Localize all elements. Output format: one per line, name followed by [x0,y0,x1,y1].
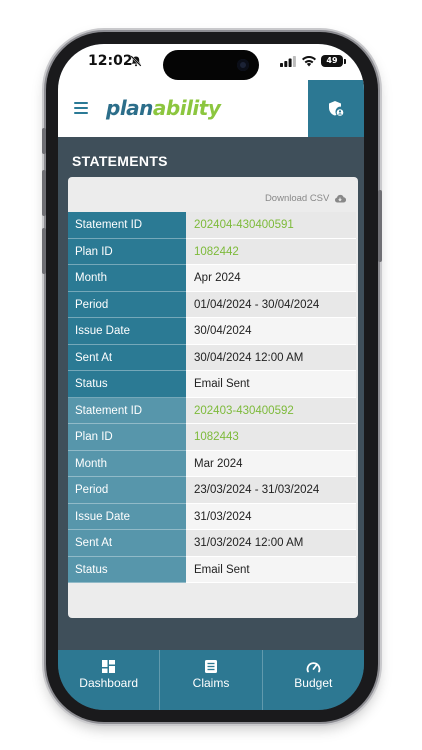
bottom-navigation: Dashboard Claims Budget [58,650,364,710]
statements-card: Download CSV Statement ID 202404-4304005… [68,177,358,618]
download-csv-link[interactable]: Download CSV [265,193,346,204]
cellular-signal-icon [280,56,296,67]
row-value: Mar 2024 [186,450,356,477]
row-label: Month [68,265,186,292]
table-row: Issue Date 30/04/2024 [68,318,356,345]
battery-icon: 49 [321,55,343,67]
row-value: 23/03/2024 - 31/03/2024 [186,477,356,504]
nav-dashboard-label: Dashboard [79,676,139,690]
table-row: Month Mar 2024 [68,450,356,477]
silent-switch [42,128,46,154]
row-label: Status [68,371,186,398]
hamburger-menu-icon[interactable] [74,102,88,114]
table-row: Plan ID 1082443 [68,424,356,451]
budget-gauge-icon [306,662,321,673]
plan-id-link[interactable]: 1082442 [186,238,356,265]
row-value: 30/04/2024 12:00 AM [186,344,356,371]
battery-tip [344,59,346,64]
page-title: STATEMENTS [72,153,168,169]
phone-screen: 12:02 49 planability STATEMENTS Download… [58,44,364,710]
main-content: STATEMENTS Download CSV Statement ID 202… [58,137,364,650]
row-label: Issue Date [68,503,186,530]
row-value: 31/03/2024 [186,503,356,530]
profile-button[interactable] [308,80,364,137]
claims-list-icon [204,660,217,673]
statements-table: Statement ID 202404-430400591 Plan ID 10… [68,212,356,583]
row-label: Period [68,477,186,504]
nav-dashboard[interactable]: Dashboard [58,650,161,710]
table-row: Issue Date 31/03/2024 [68,503,356,530]
row-value: 31/03/2024 12:00 AM [186,530,356,557]
camera-icon [237,59,249,71]
table-row: Month Apr 2024 [68,265,356,292]
table-row: Sent At 31/03/2024 12:00 AM [68,530,356,557]
table-row: Statement ID 202404-430400591 [68,212,356,239]
logo-text-plan: plan [106,96,153,120]
status-time: 12:02 [88,53,133,69]
planability-logo: planability [106,96,221,120]
user-shield-icon [329,101,345,117]
row-label: Sent At [68,344,186,371]
row-label: Plan ID [68,238,186,265]
volume-up-button [42,170,46,216]
logo-text-ability: ability [152,96,221,120]
statement-id-link[interactable]: 202404-430400591 [186,212,356,239]
row-label: Period [68,291,186,318]
app-header: planability [58,80,364,137]
status-value: Email Sent [186,556,356,583]
table-row: Statement ID 202403-430400592 [68,397,356,424]
plan-id-link[interactable]: 1082443 [186,424,356,451]
nav-claims[interactable]: Claims [160,650,263,710]
table-row: Period 01/04/2024 - 30/04/2024 [68,291,356,318]
row-label: Plan ID [68,424,186,451]
download-csv-label: Download CSV [264,193,330,204]
row-value: Apr 2024 [186,265,356,292]
dashboard-grid-icon [102,660,116,673]
row-label: Issue Date [68,318,186,345]
dynamic-island [163,50,259,80]
table-row: Status Email Sent [68,556,356,583]
table-row: Period 23/03/2024 - 31/03/2024 [68,477,356,504]
row-label: Sent At [68,530,186,557]
row-label: Month [68,450,186,477]
status-bar: 12:02 49 [58,44,364,80]
row-label: Statement ID [68,397,186,424]
table-row: Status Email Sent [68,371,356,398]
power-button [378,190,382,262]
wifi-icon [302,56,316,67]
table-row: Plan ID 1082442 [68,238,356,265]
nav-budget[interactable]: Budget [263,650,364,710]
nav-budget-label: Budget [294,676,333,690]
cloud-download-icon [334,194,346,203]
table-row: Sent At 30/04/2024 12:00 AM [68,344,356,371]
row-value: 30/04/2024 [186,318,356,345]
statement-group: Statement ID 202403-430400592 Plan ID 10… [68,397,356,583]
row-label: Status [68,556,186,583]
statement-id-link[interactable]: 202403-430400592 [186,397,356,424]
status-value: Email Sent [186,371,356,398]
row-value: 01/04/2024 - 30/04/2024 [186,291,356,318]
statement-group: Statement ID 202404-430400591 Plan ID 10… [68,212,356,398]
row-label: Statement ID [68,212,186,239]
nav-claims-label: Claims [192,676,230,690]
volume-down-button [42,228,46,274]
bell-muted-icon [130,55,142,67]
